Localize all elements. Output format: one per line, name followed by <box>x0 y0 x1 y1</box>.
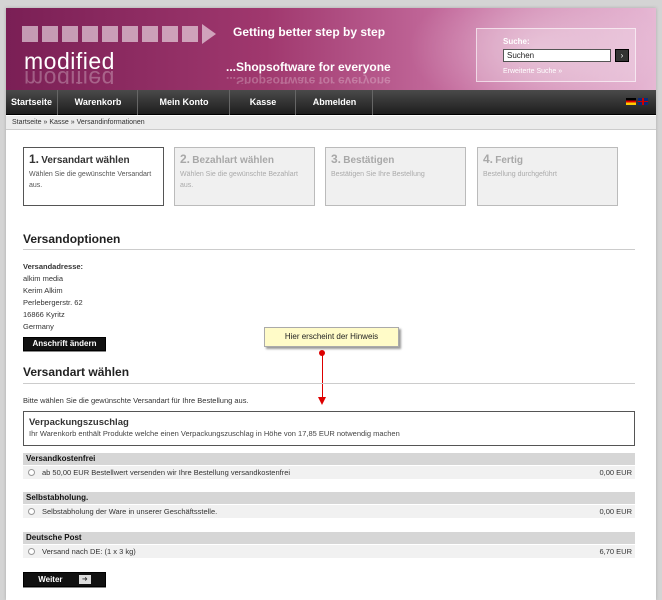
step-number: 1. <box>29 152 40 166</box>
nav-item-startseite[interactable]: Startseite <box>6 90 58 115</box>
slogan-top: Getting better step by step <box>233 25 386 39</box>
step-title: Bezahlart wählen <box>192 155 274 166</box>
step-description: Bestellung durchgeführt <box>483 171 557 178</box>
nav-item-abmelden[interactable]: Abmelden <box>297 90 373 115</box>
divider <box>23 249 635 250</box>
search-label: Suche: <box>503 37 530 46</box>
checkout-step-confirm: 3. Bestätigen Bestätigen Sie Ihre Bestel… <box>325 147 466 206</box>
slogan-bottom: ...Shopsoftware for everyone <box>226 60 391 74</box>
arrow-right-icon: ➜ <box>78 575 91 585</box>
shipping-option-label: Versand nach DE: (1 x 3 kg) <box>42 547 136 556</box>
shipping-option-price: 0,00 EUR <box>599 507 632 516</box>
search-input[interactable] <box>503 49 611 62</box>
header-decoration <box>22 24 216 44</box>
step-description: Wählen Sie die gewünschte Bezahlart aus. <box>180 171 298 189</box>
divider <box>23 383 635 384</box>
shipping-group-title: Versandkostenfrei <box>23 453 635 465</box>
address-line: alkim media <box>23 274 64 283</box>
german-flag-icon[interactable] <box>626 98 636 105</box>
shipping-option-radio[interactable] <box>28 548 35 555</box>
search-box: Suche: › Erweiterte Suche » <box>476 28 636 82</box>
main-navigation: Startseite Warenkorb Mein Konto Kasse Ab… <box>6 90 656 115</box>
address-line: Perlebergerstr. 62 <box>23 298 83 307</box>
breadcrumb[interactable]: Startseite » Kasse » Versandinformatione… <box>6 116 656 130</box>
shipping-group-title: Deutsche Post <box>23 532 635 544</box>
slogan-bottom-reflection: ...Shopsoftware for everyone <box>226 74 391 84</box>
nav-item-kasse[interactable]: Kasse <box>231 90 296 115</box>
shipping-option-radio[interactable] <box>28 508 35 515</box>
shipping-option-row[interactable]: Versand nach DE: (1 x 3 kg) 6,70 EUR <box>23 545 635 558</box>
step-title: Bestätigen <box>343 155 395 166</box>
hint-tooltip: Hier erscheint der Hinweis <box>264 327 399 347</box>
packaging-surcharge-notice: Verpackungszuschlag Ihr Warenkorb enthäl… <box>23 411 635 446</box>
nav-item-warenkorb[interactable]: Warenkorb <box>59 90 138 115</box>
search-submit-button[interactable]: › <box>615 49 629 62</box>
shipping-option-label: ab 50,00 EUR Bestellwert versenden wir I… <box>42 468 291 477</box>
address-line: Kerim Alkim <box>23 286 63 295</box>
shipping-method-heading: Versandart wählen <box>23 365 130 379</box>
shipping-address-label: Versandadresse: <box>23 262 84 271</box>
step-description: Bestätigen Sie Ihre Bestellung <box>331 171 425 178</box>
shipping-option-radio[interactable] <box>28 469 35 476</box>
notice-title: Verpackungszuschlag <box>29 417 129 428</box>
checkout-step-payment: 2. Bezahlart wählen Wählen Sie die gewün… <box>174 147 315 206</box>
shipping-option-row[interactable]: Selbstabholung der Ware in unserer Gesch… <box>23 505 635 518</box>
step-title: Versandart wählen <box>41 155 130 166</box>
advanced-search-link[interactable]: Erweiterte Suche » <box>503 68 562 75</box>
continue-label: Weiter <box>38 575 63 584</box>
pointer-arrow-icon <box>318 397 326 405</box>
step-number: 2. <box>180 152 191 166</box>
step-number: 3. <box>331 152 342 166</box>
shipping-options-heading: Versandoptionen <box>23 232 121 246</box>
continue-button[interactable]: Weiter ➜ <box>23 572 106 587</box>
notice-text: Ihr Warenkorb enthält Produkte welche ei… <box>29 429 400 438</box>
step-title: Fertig <box>495 155 524 166</box>
step-number: 4. <box>483 152 494 166</box>
step-description: Wählen Sie die gewünschte Versandart aus… <box>29 171 152 189</box>
change-address-button[interactable]: Anschrift ändern <box>23 337 106 351</box>
address-line: 16866 Kyritz <box>23 310 65 319</box>
language-switcher <box>626 98 648 105</box>
checkout-step-done: 4. Fertig Bestellung durchgeführt <box>477 147 618 206</box>
shipping-option-row[interactable]: ab 50,00 EUR Bestellwert versenden wir I… <box>23 466 635 479</box>
shop-logo-reflection: modified <box>24 70 115 84</box>
pointer-line <box>322 353 323 401</box>
checkout-step-shipping: 1. Versandart wählen Wählen Sie die gewü… <box>23 147 164 206</box>
shipping-option-label: Selbstabholung der Ware in unserer Gesch… <box>42 507 218 516</box>
shipping-address: Versandadresse: alkim media Kerim Alkim … <box>23 261 83 333</box>
shipping-option-price: 0,00 EUR <box>599 468 632 477</box>
shipping-option-price: 6,70 EUR <box>599 547 632 556</box>
english-flag-icon[interactable] <box>638 98 648 105</box>
page: Getting better step by step modified mod… <box>6 8 656 600</box>
header-banner: Getting better step by step modified mod… <box>6 8 656 90</box>
shipping-group-title: Selbstabholung. <box>23 492 635 504</box>
address-line: Germany <box>23 322 54 331</box>
nav-item-mein-konto[interactable]: Mein Konto <box>139 90 230 115</box>
shipping-method-intro: Bitte wählen Sie die gewünschte Versanda… <box>23 396 249 405</box>
